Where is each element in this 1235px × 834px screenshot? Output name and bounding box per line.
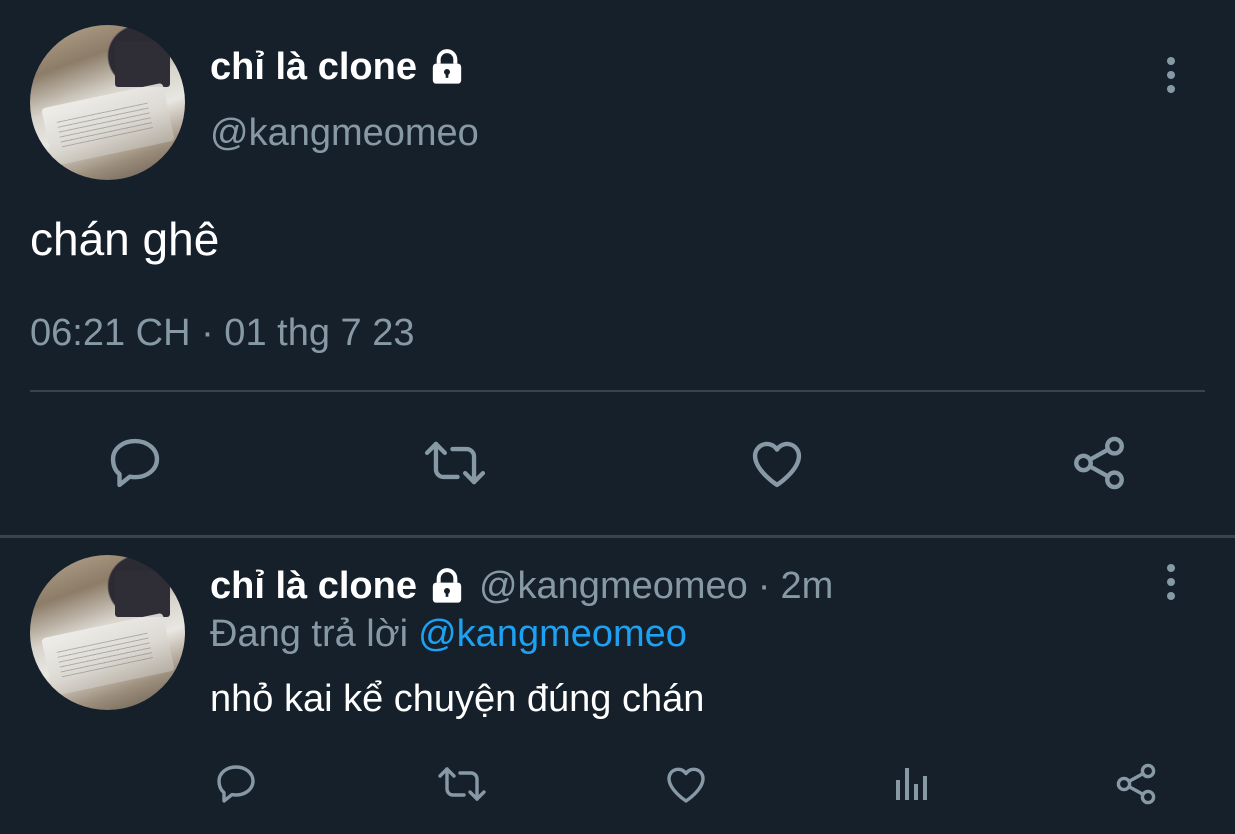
- share-icon[interactable]: [1112, 760, 1160, 808]
- replying-to-label: Đang trả lời: [210, 613, 409, 655]
- lock-icon: [427, 566, 467, 606]
- reply-icon[interactable]: [104, 432, 166, 494]
- replying-to: Đang trả lời @kangmeomeo: [210, 613, 687, 656]
- reply-age[interactable]: 2m: [780, 565, 833, 608]
- reply-author-name[interactable]: chỉ là clone: [210, 565, 417, 608]
- more-vertical-icon[interactable]: [1158, 55, 1184, 95]
- reply-header: chỉ là clone @kangmeomeo · 2m: [210, 563, 833, 609]
- tweet-timestamp[interactable]: 06:21 CH · 01 thg 7 23: [30, 312, 414, 355]
- reply-avatar[interactable]: [30, 555, 185, 710]
- analytics-icon[interactable]: [888, 760, 936, 808]
- heart-icon[interactable]: [746, 432, 808, 494]
- reply-icon[interactable]: [212, 760, 260, 808]
- divider: [30, 390, 1205, 392]
- retweet-icon[interactable]: [436, 760, 488, 808]
- tweet-text: chán ghê: [30, 213, 220, 265]
- reply-separator: ·: [757, 564, 771, 607]
- reply-author-handle[interactable]: @kangmeomeo: [479, 565, 748, 608]
- author-name[interactable]: chỉ là clone: [210, 46, 417, 89]
- section-divider: [0, 535, 1235, 538]
- author-name-row: chỉ là clone: [210, 44, 467, 90]
- avatar[interactable]: [30, 25, 185, 180]
- lock-icon: [427, 47, 467, 87]
- replying-to-handle[interactable]: @kangmeomeo: [418, 613, 687, 656]
- retweet-icon[interactable]: [422, 432, 488, 494]
- heart-icon[interactable]: [662, 760, 710, 808]
- author-handle[interactable]: @kangmeomeo: [210, 112, 479, 155]
- share-icon[interactable]: [1068, 432, 1130, 494]
- more-vertical-icon[interactable]: [1158, 562, 1184, 602]
- reply-text: nhỏ kai kể chuyện đúng chán: [210, 678, 705, 720]
